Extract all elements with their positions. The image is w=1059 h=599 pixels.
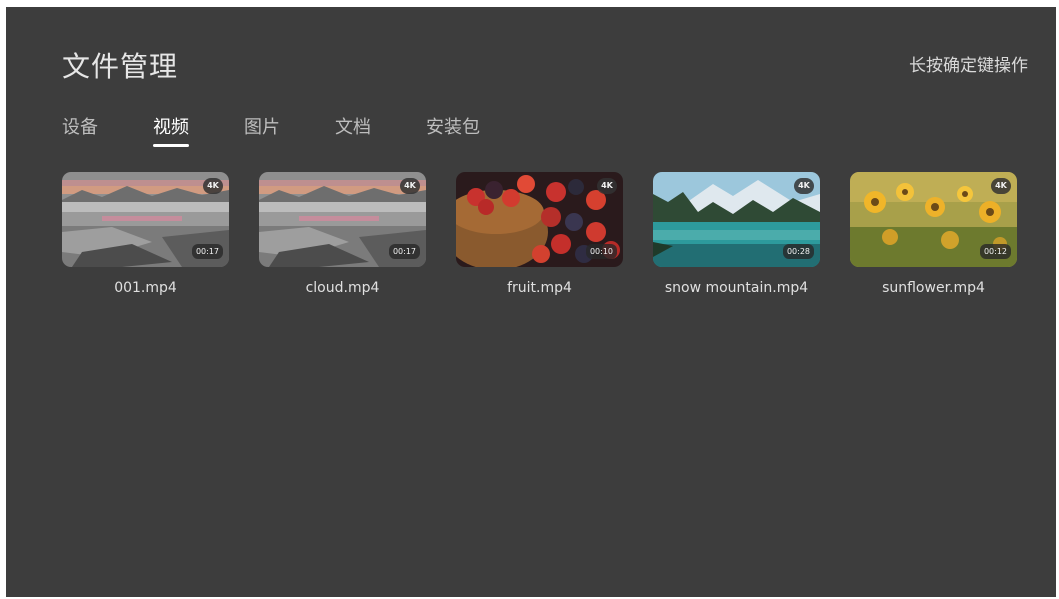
duration-badge: 00:28 [782, 244, 814, 259]
video-card-sunflower[interactable]: 4K 00:12 sunflower.mp4 [850, 172, 1017, 296]
video-thumbnail: 4K 00:28 [653, 172, 820, 267]
video-card-001[interactable]: 4K 00:17 001.mp4 [62, 172, 229, 296]
tab-label: 视频 [153, 117, 189, 138]
tab-label: 安装包 [426, 117, 480, 138]
video-filename: 001.mp4 [114, 280, 177, 296]
video-filename: sunflower.mp4 [882, 280, 985, 296]
tab-videos[interactable]: 视频 [153, 113, 189, 147]
resolution-badge: 4K [794, 178, 814, 194]
tab-images[interactable]: 图片 [244, 113, 280, 139]
duration-badge: 00:17 [191, 244, 223, 259]
video-thumbnail: 4K 00:12 [850, 172, 1017, 267]
video-thumbnail: 4K 00:10 [456, 172, 623, 267]
page-title: 文件管理 [62, 50, 179, 83]
video-thumbnail: 4K 00:17 [259, 172, 426, 267]
video-filename: snow mountain.mp4 [664, 280, 809, 296]
tab-documents[interactable]: 文档 [335, 113, 371, 139]
video-card-cloud[interactable]: 4K 00:17 cloud.mp4 [259, 172, 426, 296]
resolution-badge: 4K [203, 178, 223, 194]
video-card-snow-mountain[interactable]: 4K 00:28 snow mountain.mp4 [653, 172, 820, 296]
long-press-hint: 长按确定键操作 [909, 56, 1028, 76]
video-thumbnail: 4K 00:17 [62, 172, 229, 267]
file-manager-screen: 文件管理 长按确定键操作 设备 视频 图片 文档 安装包 4K 00:17 00… [6, 7, 1056, 597]
tab-label: 文档 [335, 117, 371, 138]
tab-label: 图片 [244, 117, 280, 138]
duration-badge: 00:17 [388, 244, 420, 259]
video-filename: fruit.mp4 [507, 280, 572, 296]
resolution-badge: 4K [597, 178, 617, 194]
duration-badge: 00:12 [979, 244, 1011, 259]
resolution-badge: 4K [991, 178, 1011, 194]
active-tab-indicator [153, 144, 189, 147]
video-filename: cloud.mp4 [305, 280, 380, 296]
resolution-badge: 4K [400, 178, 420, 194]
tab-packages[interactable]: 安装包 [426, 113, 480, 139]
video-card-fruit[interactable]: 4K 00:10 fruit.mp4 [456, 172, 623, 296]
duration-badge: 00:10 [585, 244, 617, 259]
tab-label: 设备 [62, 117, 98, 138]
tab-devices[interactable]: 设备 [62, 113, 98, 139]
